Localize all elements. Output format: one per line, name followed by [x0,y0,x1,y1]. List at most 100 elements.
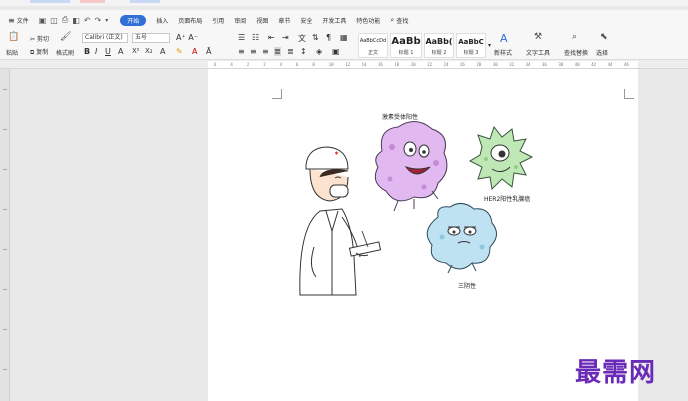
numbering-icon[interactable]: ☷ [252,33,259,42]
border-icon[interactable]: ▣ [332,47,340,56]
save-icon[interactable]: ▣ [39,16,47,25]
format-painter-icon[interactable]: 🖌 [60,32,71,42]
ruler-tick-label: 2 [263,62,266,67]
strikethrough-icon[interactable]: A [118,47,123,56]
style-gallery-more-icon[interactable]: ▾ [488,42,491,49]
nav-mark [3,169,7,170]
decrease-indent-icon[interactable]: ⇤ [268,33,275,42]
cancer-types-illustration[interactable] [286,107,586,297]
tab-page-layout[interactable]: 页面布局 [178,16,202,25]
tab-security[interactable]: 安全 [300,16,312,25]
ruler-tick-label: 20 [410,62,416,67]
margin-corner-mark [272,89,282,99]
show-marks-icon[interactable]: ¶ [326,33,331,42]
style-heading-1-name: 标题 1 [398,50,414,56]
font-color-icon[interactable]: A [192,47,197,56]
print-icon[interactable]: ⎙ [62,15,68,25]
label-her2-positive: HER2阳性乳腺癌 [484,196,531,203]
cut-button[interactable]: ✂ 剪切 [30,34,49,43]
menu-bar: ≡ 文件 ▣ ◫ ⎙ ◧ ↶ ↷ ▾ 开始 插入 页面布局 引用 审阅 视图 章… [0,10,688,30]
style-heading-2[interactable]: AaBb( 标题 2 [424,33,454,58]
text-tools-button[interactable]: 文字工具 [526,48,550,57]
select-cursor-icon[interactable]: ⬉ [600,32,608,42]
label-hormone-receptor: 激素受体阳性 [382,114,419,121]
chinese-layout-icon[interactable]: 文 [298,33,306,44]
nav-mark [3,89,7,90]
copy-button[interactable]: ⧉ 复制 [30,47,48,57]
align-right-icon[interactable]: ≡ [262,47,269,56]
grow-font-icon[interactable]: A⁺ A⁻ [176,33,198,42]
customize-chevron-icon[interactable]: ▾ [105,17,108,24]
tab-strip-segment [30,0,70,3]
undo-icon[interactable]: ↶ [84,16,91,25]
char-border-icon[interactable]: Ā [206,47,211,56]
cut-label: 剪切 [36,36,49,43]
ruler-tick-label: 36 [542,62,547,67]
horizontal-ruler[interactable]: 6 4 2 2 4 6 8 10 12 14 16 18 20 22 24 26 28 30 32 34 36 38 40 4… [0,60,688,69]
sort-icon[interactable]: ⇅ [312,33,319,42]
format-painter-button[interactable]: 格式刷 [56,48,74,57]
table-icon[interactable]: ▦ [340,33,348,42]
new-style-button[interactable]: 新样式 [494,48,512,57]
subscript-icon[interactable]: X₂ [145,47,153,55]
search-icon: ⌕ [390,15,395,24]
line-spacing-icon[interactable]: ↕ [300,47,307,56]
ruler-tick-label: 4 [230,62,233,67]
style-heading-2-name: 标题 2 [431,50,447,56]
ruler-tick-label: 30 [492,62,498,67]
tab-strip-segment [130,0,160,3]
ruler-tick-label: 44 [607,62,613,67]
her2-positive-cell [468,125,534,191]
font-name-select[interactable]: Calibri (正文) [82,33,128,43]
paste-button[interactable]: 粘贴 [6,48,18,57]
ruler-tick-label: 32 [509,62,515,67]
nav-mark [3,369,7,370]
style-heading-3[interactable]: AaBbC 标题 3 [456,33,486,58]
file-menu-label: 文件 [16,17,29,25]
print-preview-icon[interactable]: ◧ [72,16,80,25]
tab-review[interactable]: 审阅 [234,16,246,25]
italic-icon[interactable]: I [95,47,97,56]
nav-mark [3,289,7,290]
ruler-tick-label: 42 [591,62,597,67]
style-normal[interactable]: AaBbCcDd 正文 [358,33,388,58]
distribute-icon[interactable]: ≣ [287,47,294,56]
superscript-icon[interactable]: X² [132,47,140,55]
tab-chapter[interactable]: 章节 [278,16,290,25]
find-replace-button[interactable]: 查找替换 [564,48,588,57]
tab-developer[interactable]: 开发工具 [322,16,346,25]
left-navigation-strip[interactable] [0,69,10,401]
search-command[interactable]: ⌕ 查找 [390,16,408,25]
find-replace-icon[interactable]: ⌕ [572,32,577,42]
style-heading-1[interactable]: AaBb 标题 1 [390,33,422,58]
tab-special-features[interactable]: 特色功能 [356,16,380,25]
tab-insert[interactable]: 插入 [156,16,168,25]
tab-references[interactable]: 引用 [212,16,224,25]
tab-home[interactable]: 开始 [120,14,147,26]
paste-icon[interactable]: 📋 [8,32,19,42]
redo-icon[interactable]: ↷ [95,16,102,25]
shading-icon[interactable]: ◈ [316,47,322,56]
bold-icon[interactable]: B [84,47,90,56]
hormone-receptor-cell [374,121,448,212]
select-button[interactable]: 选择 [596,48,608,57]
font-size-select[interactable]: 五号 [132,33,170,43]
text-tools-icon[interactable]: ⚒ [534,32,542,42]
highlight-icon[interactable]: ✎ [176,47,183,56]
tab-view[interactable]: 视图 [256,16,268,25]
watermark-logo: 最需网 [575,358,657,388]
new-style-icon[interactable]: A [500,32,508,45]
copy-label: 复制 [36,49,49,56]
underline-icon[interactable]: U [105,47,111,56]
ruler-tick-label: 22 [427,62,433,67]
file-menu[interactable]: ≡ 文件 [8,16,29,25]
bullets-icon[interactable]: ☰ [238,33,245,42]
increase-indent-icon[interactable]: ⇥ [282,33,289,42]
output-pdf-icon[interactable]: ◫ [50,16,58,25]
justify-icon[interactable]: ≣ [274,47,281,56]
hamburger-icon: ≡ [8,15,15,25]
ruler-tick-label: 28 [476,62,482,67]
align-left-icon[interactable]: ≡ [238,47,245,56]
align-center-icon[interactable]: ≡ [250,47,257,56]
text-effect-icon[interactable]: A [160,47,165,56]
